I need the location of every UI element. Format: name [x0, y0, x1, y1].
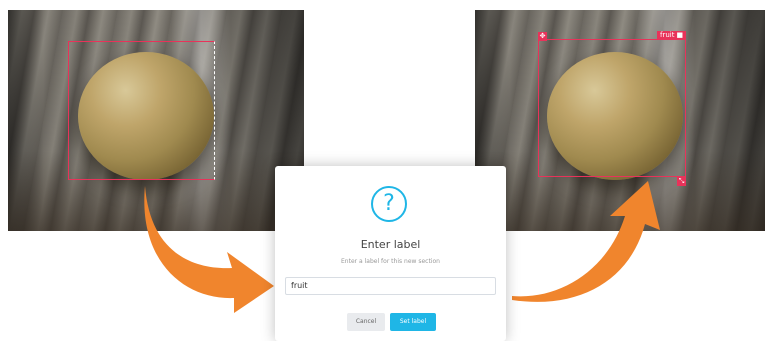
dialog-title: Enter label — [360, 238, 421, 251]
label-input[interactable]: fruit — [285, 277, 496, 295]
set-label-button[interactable]: Set label — [390, 313, 436, 331]
arrow-to-result — [512, 181, 660, 302]
enter-label-dialog: ? Enter label Enter a label for this new… — [275, 166, 506, 341]
cancel-button[interactable]: Cancel — [347, 313, 385, 331]
arrow-to-dialog — [144, 186, 274, 313]
dialog-subtitle: Enter a label for this new section — [341, 258, 440, 265]
question-icon: ? — [371, 186, 407, 222]
